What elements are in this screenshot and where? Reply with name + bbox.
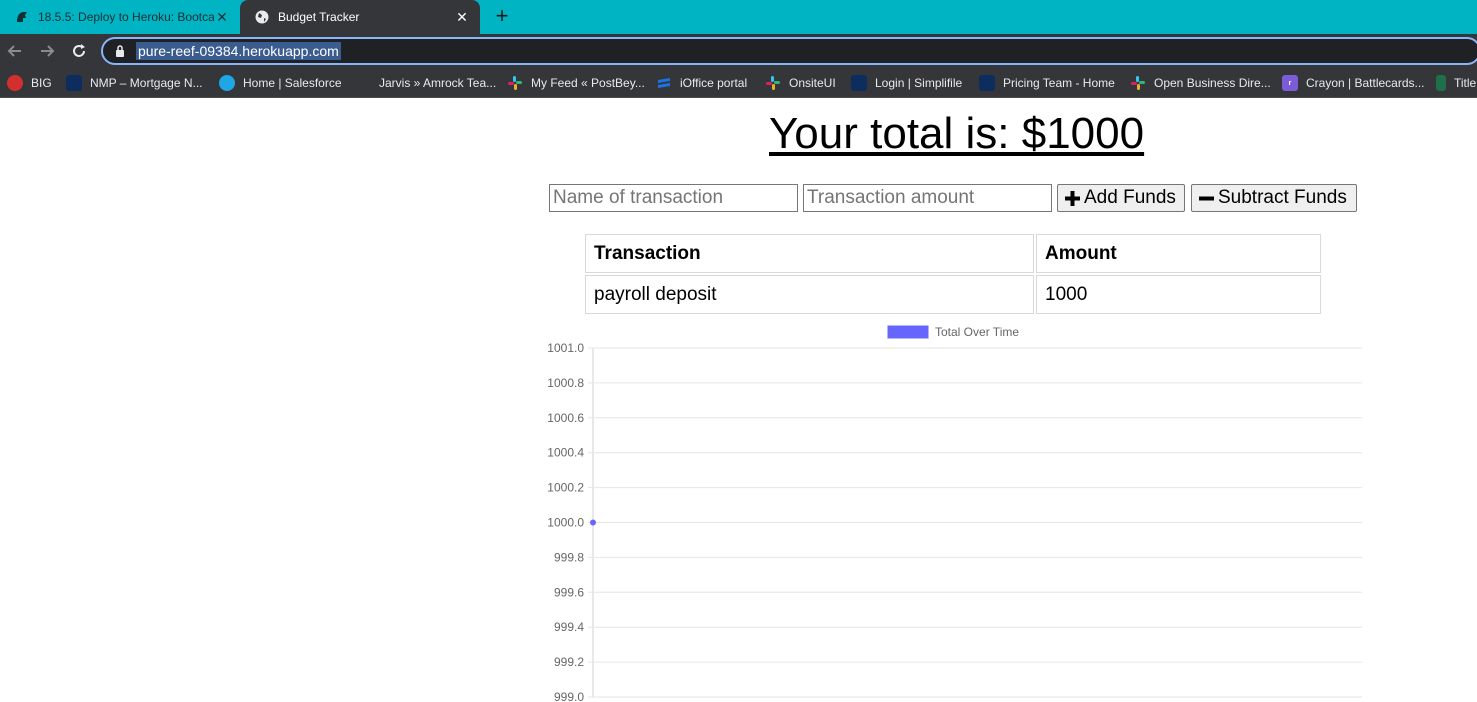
bookmark-label: Crayon | Battlecards... bbox=[1306, 76, 1425, 90]
back-arrow-icon[interactable] bbox=[4, 40, 26, 62]
address-bar[interactable]: pure-reef-09384.herokuapp.com bbox=[101, 37, 1477, 65]
ioffice-icon bbox=[656, 75, 672, 91]
bookmark-ioffice[interactable]: iOffice portal bbox=[656, 68, 748, 97]
bookmark-label: OnsiteUI bbox=[789, 76, 836, 90]
subtract-funds-label: Subtract Funds bbox=[1218, 187, 1347, 208]
legend-label[interactable]: Total Over Time bbox=[935, 325, 1019, 339]
bookmark-nmp[interactable]: NMP – Mortgage N... bbox=[66, 68, 203, 97]
tab-title: 18.5.5: Deploy to Heroku: Bootcamp bbox=[38, 10, 214, 24]
bookmark-postbey[interactable]: My Feed « PostBey... bbox=[507, 68, 645, 97]
reload-icon[interactable] bbox=[68, 40, 90, 62]
budget-tracker-page: Your total is: $1000 Add Funds Subtract … bbox=[0, 99, 1477, 702]
y-tick-label: 999.2 bbox=[554, 655, 584, 669]
chart-grid bbox=[588, 347, 1362, 698]
slack-icon bbox=[765, 75, 781, 91]
table-row: payroll deposit 1000 bbox=[585, 275, 1321, 314]
new-tab-icon[interactable]: + bbox=[490, 5, 514, 29]
transaction-name-input[interactable] bbox=[549, 184, 798, 212]
bookmark-label: Open Business Dire... bbox=[1154, 76, 1271, 90]
transaction-name-cell: payroll deposit bbox=[585, 275, 1034, 314]
globe-icon bbox=[254, 9, 270, 25]
spartan-helmet-icon bbox=[14, 9, 30, 25]
bookmark-big[interactable]: BIG bbox=[7, 68, 52, 97]
transaction-amount-input[interactable] bbox=[803, 184, 1052, 212]
bookmark-label: iOffice portal bbox=[680, 76, 748, 90]
close-icon[interactable]: ✕ bbox=[454, 9, 470, 25]
tab-title: Budget Tracker bbox=[278, 10, 360, 24]
chart-y-axis: 1001.0 1000.8 1000.6 1000.4 1000.2 1000.0 999.… bbox=[547, 341, 584, 702]
bookmark-label: My Feed « PostBey... bbox=[531, 76, 645, 90]
bookmark-favicon-icon bbox=[355, 75, 371, 91]
minus-icon bbox=[1199, 191, 1214, 206]
browser-toolbar: pure-reef-09384.herokuapp.com bbox=[0, 34, 1477, 68]
salesforce-cloud-icon bbox=[219, 75, 235, 91]
bookmark-label: Login | Simplifile bbox=[875, 76, 963, 90]
column-header-amount: Amount bbox=[1036, 234, 1321, 273]
y-tick-label: 1001.0 bbox=[547, 341, 584, 355]
slack-icon bbox=[507, 75, 523, 91]
bookmark-onsiteui[interactable]: OnsiteUI bbox=[765, 68, 836, 97]
bookmark-favicon-icon bbox=[66, 75, 82, 91]
y-tick-label: 999.6 bbox=[554, 585, 584, 599]
bookmark-label: Title bbox=[1454, 76, 1477, 90]
tab-strip: 18.5.5: Deploy to Heroku: Bootcamp ✕ Bud… bbox=[0, 0, 1477, 34]
bookmark-favicon-icon bbox=[851, 75, 867, 91]
bookmark-favicon-icon bbox=[979, 75, 995, 91]
y-tick-label: 1000.8 bbox=[547, 376, 584, 390]
lock-icon[interactable] bbox=[113, 44, 127, 58]
close-icon[interactable]: ✕ bbox=[214, 9, 230, 25]
bookmark-favicon-icon bbox=[1436, 75, 1446, 91]
bookmark-salesforce[interactable]: Home | Salesforce bbox=[219, 68, 342, 97]
add-funds-button[interactable]: Add Funds bbox=[1057, 184, 1185, 212]
total-heading: Your total is: $1000 bbox=[769, 109, 1145, 158]
y-tick-label: 1000.2 bbox=[547, 481, 584, 495]
bookmark-label: NMP – Mortgage N... bbox=[90, 76, 203, 90]
data-point[interactable] bbox=[590, 519, 596, 526]
bookmark-open-business[interactable]: Open Business Dire... bbox=[1130, 68, 1271, 97]
bookmark-favicon-icon bbox=[7, 75, 23, 91]
transaction-amount-cell: 1000 bbox=[1036, 275, 1321, 314]
transactions-table: Transaction Amount payroll deposit 1000 bbox=[583, 232, 1323, 316]
bookmark-simplifile[interactable]: Login | Simplifile bbox=[851, 68, 963, 97]
add-funds-label: Add Funds bbox=[1084, 187, 1176, 208]
forward-arrow-icon[interactable] bbox=[36, 40, 58, 62]
bookmark-pricing-team[interactable]: Pricing Team - Home bbox=[979, 68, 1115, 97]
total-over-time-chart: 1001.0 1000.8 1000.6 1000.4 1000.2 1000.0 999.… bbox=[547, 325, 1362, 702]
chart-legend: Total Over Time bbox=[887, 325, 1019, 339]
plus-icon bbox=[1065, 190, 1080, 206]
column-header-transaction: Transaction bbox=[585, 234, 1034, 273]
table-header-row: Transaction Amount bbox=[585, 234, 1321, 273]
crayon-icon: r bbox=[1282, 75, 1298, 91]
y-tick-label: 999.0 bbox=[554, 690, 584, 702]
tab-budget-tracker[interactable]: Budget Tracker ✕ bbox=[240, 0, 480, 34]
y-tick-label: 1000.4 bbox=[547, 446, 584, 460]
bookmarks-bar: BIG NMP – Mortgage N... Home | Salesforc… bbox=[0, 68, 1477, 98]
slack-icon bbox=[1130, 75, 1146, 91]
y-tick-label: 999.8 bbox=[554, 550, 584, 564]
chart-series bbox=[590, 519, 596, 526]
bookmark-label: Jarvis » Amrock Tea... bbox=[379, 76, 497, 90]
bookmark-label: Home | Salesforce bbox=[243, 76, 342, 90]
y-tick-label: 1000.0 bbox=[547, 516, 584, 530]
bookmark-label: Pricing Team - Home bbox=[1003, 76, 1115, 90]
bookmark-title[interactable]: Title bbox=[1436, 68, 1477, 97]
bookmark-label: BIG bbox=[31, 76, 52, 90]
tab-bootcamp[interactable]: 18.5.5: Deploy to Heroku: Bootcamp ✕ bbox=[0, 0, 240, 34]
subtract-funds-button[interactable]: Subtract Funds bbox=[1191, 184, 1357, 212]
bookmark-crayon[interactable]: r Crayon | Battlecards... bbox=[1282, 68, 1425, 97]
y-tick-label: 1000.6 bbox=[547, 411, 584, 425]
bookmark-jarvis[interactable]: Jarvis » Amrock Tea... bbox=[355, 68, 497, 97]
y-tick-label: 999.4 bbox=[554, 620, 584, 634]
url-text[interactable]: pure-reef-09384.herokuapp.com bbox=[136, 42, 341, 60]
legend-swatch[interactable] bbox=[887, 325, 929, 339]
